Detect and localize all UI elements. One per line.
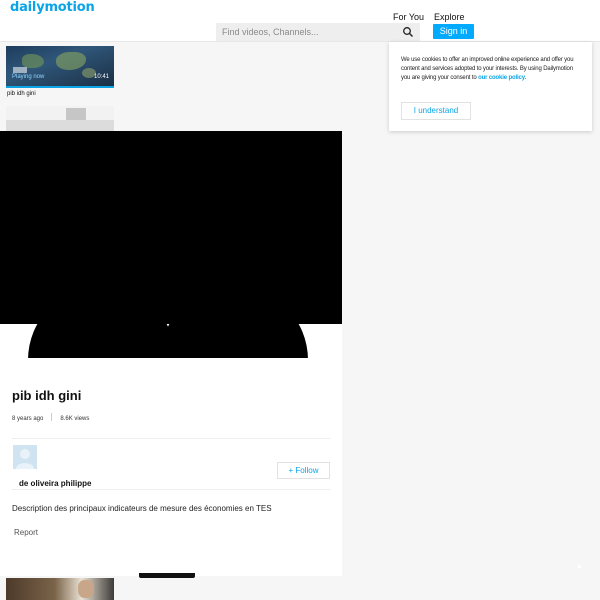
video-player[interactable] [0,131,342,324]
video-title: pib idh gini [12,388,82,403]
nav-for-you[interactable]: For You [393,12,424,22]
top-header: dailymotion For You Explore Sign in [0,0,600,42]
search-icon[interactable] [402,26,414,38]
channel-avatar[interactable] [13,445,37,469]
meta-separator [51,413,53,421]
tooltip-bar [139,573,195,578]
nav-explore[interactable]: Explore [434,12,465,22]
video-info-panel: pib idh gini 8 years ago 8.6K views + Fol… [0,358,342,576]
video-description: Description des principaux indicateurs d… [12,504,272,513]
channel-name[interactable]: de oliveira philippe [19,479,91,488]
thumbnail-badge [13,67,27,73]
cookie-accept-button[interactable]: I understand [401,102,471,120]
video-meta: 8 years ago 8.6K views [12,413,89,422]
cookie-message: We use cookies to offer an improved onli… [401,57,574,81]
playing-now-label: Playing now [12,74,45,80]
user-avatar-icon [16,449,34,469]
search-input[interactable] [216,23,402,41]
plus-icon: + [288,466,294,475]
report-button[interactable]: Report [14,528,38,537]
cookie-policy-link[interactable]: our cookie policy. [478,75,526,81]
divider [12,489,330,490]
playlist-thumbnail-current[interactable]: Playing now 10:41 [6,46,114,88]
scroll-up-icon[interactable]: ▲ [576,563,583,570]
video-age: 8 years ago [12,416,44,422]
playlist-thumbnail-next[interactable] [6,106,114,132]
follow-button[interactable]: + Follow [277,462,330,479]
playlist-item-title[interactable]: pib idh gini [7,91,36,97]
video-duration: 10:41 [93,74,109,80]
dailymotion-logo[interactable]: dailymotion [10,0,95,15]
follow-label: Follow [295,466,319,475]
video-views: 8.6K views [60,416,90,422]
divider [12,438,330,439]
cookie-banner: We use cookies to offer an improved onli… [389,42,592,131]
sign-in-button[interactable]: Sign in [433,24,474,39]
related-video-artwork [0,324,342,360]
search-box[interactable] [216,23,420,41]
playlist-thumbnail-more[interactable] [6,578,114,600]
